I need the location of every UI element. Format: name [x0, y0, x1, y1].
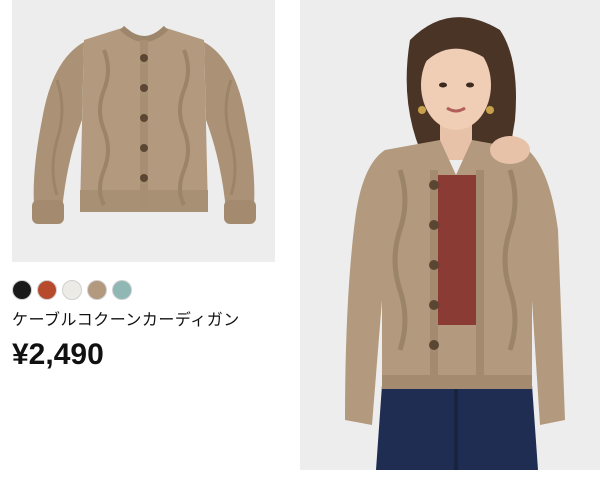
swatch-black[interactable] — [12, 280, 32, 300]
product-price: ¥2,490 — [12, 338, 104, 371]
color-swatches — [12, 280, 132, 300]
swatch-rust[interactable] — [37, 280, 57, 300]
swatch-off-white[interactable] — [62, 280, 82, 300]
model-wearing-image[interactable] — [300, 0, 600, 470]
product-name[interactable]: ケーブルコクーンカーディガン — [12, 306, 240, 330]
swatch-mint-knit[interactable] — [112, 280, 132, 300]
product-flat-image[interactable] — [12, 0, 275, 262]
swatch-beige-knit[interactable] — [87, 280, 107, 300]
